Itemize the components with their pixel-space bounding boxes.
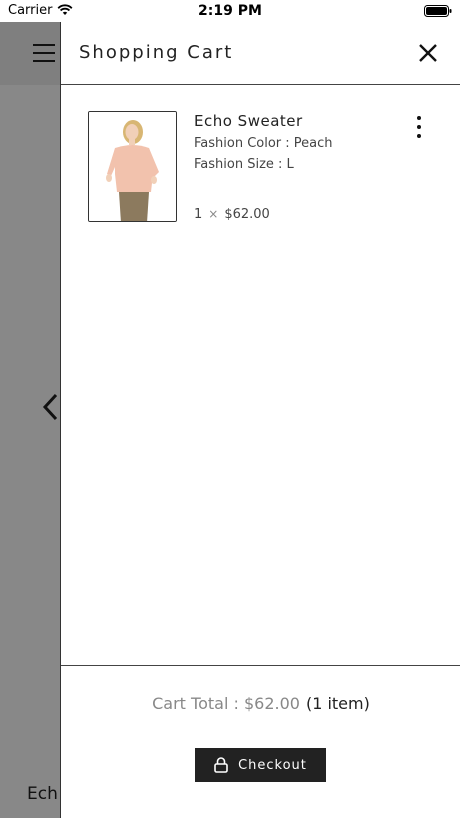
- more-options-icon[interactable]: [415, 116, 423, 142]
- item-quantity: 1: [194, 207, 203, 222]
- checkout-label: Checkout: [238, 757, 307, 773]
- product-image[interactable]: [88, 111, 177, 222]
- times-sign: ×: [208, 207, 219, 221]
- cart-item: Echo Sweater Fashion Color : Peach Fashi…: [61, 86, 460, 236]
- item-price: $62.00: [224, 207, 270, 222]
- cart-item-count: (1 item): [305, 694, 370, 713]
- background-product-title: Ech: [27, 784, 58, 804]
- status-time: 2:19 PM: [198, 3, 262, 19]
- shopping-cart-drawer: Shopping Cart Echo Sweater Fashion Color…: [60, 22, 460, 818]
- hamburger-menu-icon[interactable]: [33, 44, 55, 62]
- chevron-left-icon[interactable]: [40, 392, 62, 422]
- drawer-header: Shopping Cart: [61, 22, 460, 85]
- battery-icon: [424, 5, 452, 17]
- product-name[interactable]: Echo Sweater: [194, 112, 303, 130]
- quantity-price-line: 1 × $62.00: [194, 207, 270, 222]
- cart-total-label: Cart Total : $62.00: [152, 694, 300, 713]
- status-bar: Carrier 2:19 PM: [0, 0, 460, 22]
- cart-total: Cart Total : $62.00 (1 item): [61, 694, 460, 713]
- product-color: Fashion Color : Peach: [194, 136, 333, 151]
- cart-footer: Cart Total : $62.00 (1 item) Checkout: [61, 665, 460, 818]
- drawer-title: Shopping Cart: [79, 42, 234, 63]
- product-size: Fashion Size : L: [194, 157, 294, 172]
- sweater-model-image: [89, 112, 176, 221]
- lock-icon: [214, 757, 228, 773]
- close-icon[interactable]: [417, 42, 439, 64]
- checkout-button[interactable]: Checkout: [195, 748, 326, 782]
